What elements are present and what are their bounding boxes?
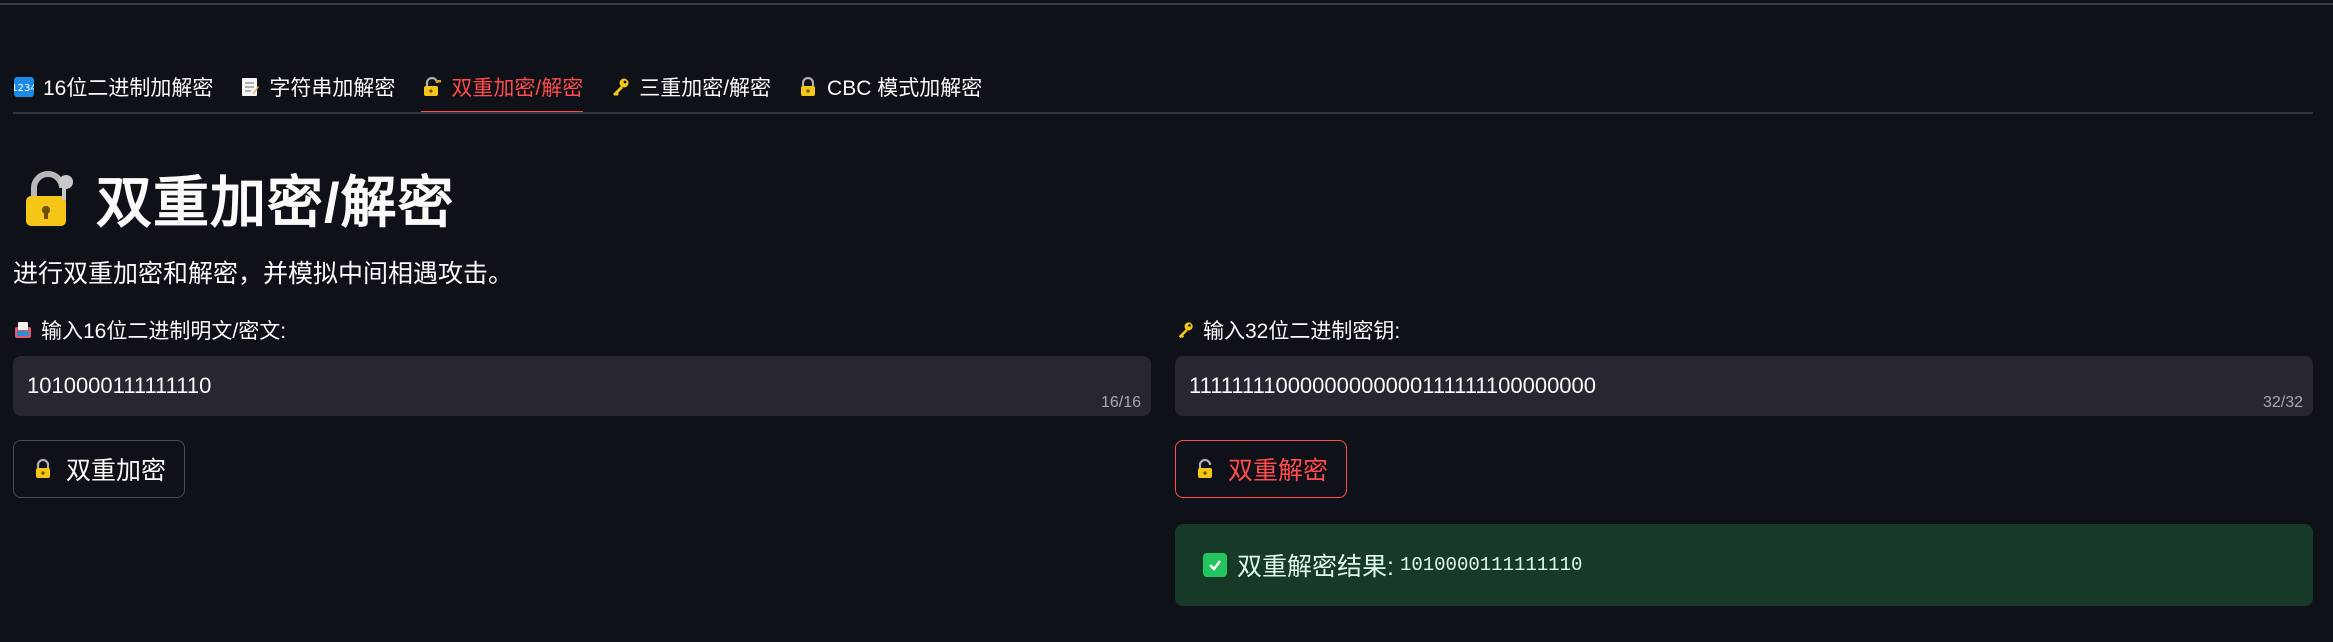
char-counter: 16/16: [1100, 394, 1141, 411]
tabs-divider: [13, 112, 2313, 114]
top-divider: [0, 3, 2333, 5]
svg-text:1234: 1234: [14, 83, 34, 94]
double-decrypt-button[interactable]: 双重解密: [1175, 440, 1348, 498]
key-section: 输入32位二进制密钥: 32/32: [1175, 312, 2313, 416]
lock-with-key-icon: [18, 168, 80, 230]
button-label: 双重加密: [66, 457, 167, 485]
result-value: 1010000111111110: [1399, 554, 1583, 576]
tab-triple-encrypt[interactable]: 三重加密/解密: [609, 62, 771, 112]
key-label: 输入32位二进制密钥:: [1175, 312, 2313, 348]
page-subtitle: 进行双重加密和解密，并模拟中间相遇攻击。: [13, 260, 514, 288]
plaintext-section: 输入16位二进制明文/密文: 16/16: [13, 312, 1151, 416]
tab-string[interactable]: 字符串加解密: [239, 62, 395, 112]
char-counter: 32/32: [2262, 394, 2303, 411]
memo-icon: [239, 76, 261, 98]
tab-double-encrypt[interactable]: 双重加密/解密: [421, 62, 584, 114]
result-label: 双重解密结果:: [1237, 553, 1394, 581]
button-label: 双重解密: [1228, 457, 1329, 485]
key-input-wrapper: 32/32: [1175, 356, 2313, 416]
lock-icon: [797, 76, 819, 98]
tab-label: CBC 模式加解密: [827, 77, 983, 100]
tab-bar: 1234 16位二进制加解密 字符串加解密 双重加密/解密 三重加密/解密 CB…: [13, 62, 1008, 114]
lock-icon: [32, 458, 54, 480]
unlock-icon: [1194, 458, 1216, 480]
plaintext-label: 输入16位二进制明文/密文:: [13, 312, 1151, 348]
check-mark-icon: [1203, 553, 1227, 577]
key-icon: [609, 76, 631, 98]
tab-label: 字符串加解密: [269, 77, 396, 100]
tab-label: 16位二进制加解密: [43, 77, 214, 100]
tab-label: 三重加密/解密: [639, 77, 772, 100]
plaintext-label-text: 输入16位二进制明文/密文:: [41, 320, 287, 343]
inbox-tray-icon: [13, 320, 33, 340]
key-label-text: 输入32位二进制密钥:: [1203, 320, 1401, 343]
page-title-text: 双重加密/解密: [96, 171, 455, 234]
tab-16bit-binary[interactable]: 1234 16位二进制加解密: [13, 62, 213, 112]
plaintext-input[interactable]: [13, 356, 1151, 416]
tab-cbc-mode[interactable]: CBC 模式加解密: [797, 62, 982, 112]
key-input[interactable]: [1175, 356, 2313, 416]
decrypt-result-alert: 双重解密结果: 1010000111111110: [1175, 524, 2313, 606]
page-title: 双重加密/解密: [18, 158, 455, 239]
numbers-icon: 1234: [13, 76, 35, 98]
tab-label: 双重加密/解密: [451, 77, 584, 100]
lock-with-key-icon: [421, 76, 443, 98]
plaintext-input-wrapper: 16/16: [13, 356, 1151, 416]
double-encrypt-button[interactable]: 双重加密: [13, 440, 186, 498]
key-icon: [1175, 320, 1195, 340]
